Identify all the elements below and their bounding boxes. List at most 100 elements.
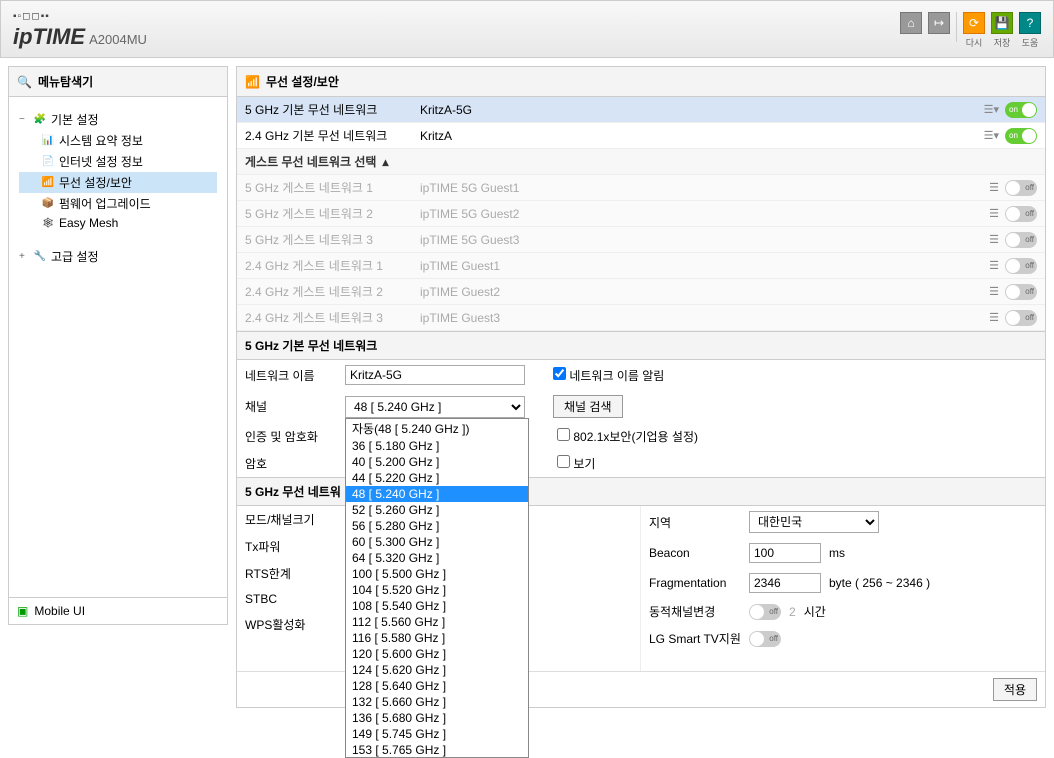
channel-label: 채널 bbox=[245, 398, 337, 415]
reload-button[interactable]: ⟳ bbox=[963, 12, 985, 34]
filter-icon[interactable]: ☰ bbox=[989, 311, 999, 324]
tree-basic[interactable]: − 🧩 기본 설정 bbox=[19, 109, 217, 130]
channel-option[interactable]: 116 [ 5.580 GHz ] bbox=[346, 630, 528, 646]
separator bbox=[956, 12, 957, 42]
filter-icon[interactable]: ☰▾ bbox=[984, 129, 999, 142]
guest-toggle[interactable]: off bbox=[1005, 284, 1037, 300]
channel-option[interactable]: 44 [ 5.220 GHz ] bbox=[346, 470, 528, 486]
guest-toggle[interactable]: off bbox=[1005, 206, 1037, 222]
channel-option[interactable]: 149 [ 5.745 GHz ] bbox=[346, 726, 528, 742]
save-button[interactable]: 💾 bbox=[991, 12, 1013, 34]
guest-header-row[interactable]: 게스트 무선 네트워크 선택 ▴ bbox=[237, 149, 1045, 175]
guest-row-label: 2.4 GHz 게스트 네트워크 1 bbox=[245, 257, 420, 274]
row-frag: Fragmentation byte ( 256 ~ 2346 ) bbox=[641, 568, 1045, 598]
apply-button[interactable]: 적용 bbox=[993, 678, 1037, 701]
filter-icon[interactable]: ☰ bbox=[989, 207, 999, 220]
header-buttons: ⌂ ↦ ⟳ 다시 💾 저장 ? 도움 bbox=[900, 12, 1041, 49]
guest-row-label: 2.4 GHz 게스트 네트워크 3 bbox=[245, 309, 420, 326]
chevron-up-icon: ▴ bbox=[382, 155, 388, 169]
channel-option[interactable]: 112 [ 5.560 GHz ] bbox=[346, 614, 528, 630]
show-pw-checkbox[interactable] bbox=[557, 455, 570, 468]
network-row[interactable]: 2.4 GHz 기본 무선 네트워크 KritzA ☰▾ on bbox=[237, 123, 1045, 149]
channel-option[interactable]: 40 [ 5.200 GHz ] bbox=[346, 454, 528, 470]
tree-item-firmware[interactable]: 📦 펌웨어 업그레이드 bbox=[19, 193, 217, 214]
enterprise-security-checkbox[interactable] bbox=[557, 428, 570, 441]
channel-option[interactable]: 104 [ 5.520 GHz ] bbox=[346, 582, 528, 598]
tree-item-mesh[interactable]: 🕸 Easy Mesh bbox=[19, 214, 217, 232]
guest-toggle[interactable]: off bbox=[1005, 232, 1037, 248]
channel-dropdown[interactable]: 자동(48 [ 5.240 GHz ])36 [ 5.180 GHz ]40 [… bbox=[345, 418, 529, 758]
net-row-name: KritzA-5G bbox=[420, 103, 984, 117]
filter-icon[interactable]: ☰ bbox=[989, 181, 999, 194]
filter-icon[interactable]: ☰ bbox=[989, 285, 999, 298]
channel-option[interactable]: 136 [ 5.680 GHz ] bbox=[346, 710, 528, 726]
channel-select[interactable]: 48 [ 5.240 GHz ] bbox=[345, 396, 525, 418]
channel-option[interactable]: 153 [ 5.765 GHz ] bbox=[346, 742, 528, 758]
channel-search-button[interactable]: 채널 검색 bbox=[553, 395, 623, 418]
channel-option[interactable]: 100 [ 5.500 GHz ] bbox=[346, 566, 528, 582]
guest-network-row[interactable]: 2.4 GHz 게스트 네트워크 2 ipTIME Guest2 ☰ off bbox=[237, 279, 1045, 305]
dcs-toggle[interactable]: off bbox=[749, 604, 781, 620]
guest-network-row[interactable]: 5 GHz 게스트 네트워크 3 ipTIME 5G Guest3 ☰ off bbox=[237, 227, 1045, 253]
channel-option[interactable]: 56 [ 5.280 GHz ] bbox=[346, 518, 528, 534]
net-name-input[interactable] bbox=[345, 365, 525, 385]
mobile-ui-link[interactable]: ▣ Mobile UI bbox=[9, 597, 227, 624]
channel-option[interactable]: 120 [ 5.600 GHz ] bbox=[346, 646, 528, 662]
show-pw-wrap[interactable]: 보기 bbox=[557, 455, 595, 472]
tree-item-wireless[interactable]: 📶 무선 설정/보안 bbox=[19, 172, 217, 193]
net-toggle[interactable]: on bbox=[1005, 102, 1037, 118]
net-row-name: KritzA bbox=[420, 129, 984, 143]
tree-advanced-label: 고급 설정 bbox=[51, 248, 99, 265]
beacon-input[interactable] bbox=[749, 543, 821, 563]
guest-network-row[interactable]: 2.4 GHz 게스트 네트워크 3 ipTIME Guest3 ☰ off bbox=[237, 305, 1045, 331]
home-button[interactable]: ⌂ bbox=[900, 12, 922, 34]
sidebar-title: 메뉴탐색기 bbox=[38, 73, 93, 90]
guest-toggle[interactable]: off bbox=[1005, 258, 1037, 274]
filter-icon[interactable]: ☰ bbox=[989, 233, 999, 246]
logo-area: ▪︎▫︎◻︎◻︎▪︎▪︎ ipTIME A2004MU bbox=[13, 11, 147, 50]
mobile-icon: ▣ bbox=[17, 604, 28, 618]
sidebar: 🔍 메뉴탐색기 − 🧩 기본 설정 📊 시스템 요약 정보 📄 인터넷 설정 정… bbox=[8, 66, 228, 625]
broadcast-checkbox[interactable] bbox=[553, 367, 566, 380]
channel-option[interactable]: 60 [ 5.300 GHz ] bbox=[346, 534, 528, 550]
broadcast-checkbox-wrap[interactable]: 네트워크 이름 알림 bbox=[553, 367, 664, 384]
region-select[interactable]: 대한민국 bbox=[749, 511, 879, 533]
guest-row-label: 5 GHz 게스트 네트워크 3 bbox=[245, 231, 420, 248]
mesh-icon: 🕸 bbox=[41, 216, 55, 230]
channel-option[interactable]: 36 [ 5.180 GHz ] bbox=[346, 438, 528, 454]
channel-option[interactable]: 132 [ 5.660 GHz ] bbox=[346, 694, 528, 710]
tree-advanced[interactable]: + 🔧 고급 설정 bbox=[19, 246, 217, 267]
channel-option[interactable]: 자동(48 [ 5.240 GHz ]) bbox=[346, 419, 528, 438]
tree-item-internet[interactable]: 📄 인터넷 설정 정보 bbox=[19, 151, 217, 172]
channel-option[interactable]: 64 [ 5.320 GHz ] bbox=[346, 550, 528, 566]
guest-network-row[interactable]: 5 GHz 게스트 네트워크 2 ipTIME 5G Guest2 ☰ off bbox=[237, 201, 1045, 227]
guest-row-label: 5 GHz 게스트 네트워크 1 bbox=[245, 179, 420, 196]
collapse-icon: − bbox=[19, 114, 29, 125]
net-name-label: 네트워크 이름 bbox=[245, 367, 337, 384]
guest-network-row[interactable]: 2.4 GHz 게스트 네트워크 1 ipTIME Guest1 ☰ off bbox=[237, 253, 1045, 279]
channel-option[interactable]: 48 [ 5.240 GHz ] bbox=[346, 486, 528, 502]
guest-row-name: ipTIME 5G Guest3 bbox=[420, 233, 989, 247]
guest-network-row[interactable]: 5 GHz 게스트 네트워크 1 ipTIME 5G Guest1 ☰ off bbox=[237, 175, 1045, 201]
frag-input[interactable] bbox=[749, 573, 821, 593]
content-title: 무선 설정/보안 bbox=[266, 73, 339, 90]
channel-option[interactable]: 124 [ 5.620 GHz ] bbox=[346, 662, 528, 678]
enterprise-security-wrap[interactable]: 802.1x보안(기업용 설정) bbox=[557, 428, 698, 445]
guest-toggle[interactable]: off bbox=[1005, 180, 1037, 196]
channel-option[interactable]: 52 [ 5.260 GHz ] bbox=[346, 502, 528, 518]
net-toggle[interactable]: on bbox=[1005, 128, 1037, 144]
gear-icon: 🔧 bbox=[33, 250, 47, 264]
exit-button[interactable]: ↦ bbox=[928, 12, 950, 34]
tree-item-summary[interactable]: 📊 시스템 요약 정보 bbox=[19, 130, 217, 151]
search-icon: 🔍 bbox=[17, 75, 32, 89]
channel-option[interactable]: 108 [ 5.540 GHz ] bbox=[346, 598, 528, 614]
network-row[interactable]: 5 GHz 기본 무선 네트워크 KritzA-5G ☰▾ on bbox=[237, 97, 1045, 123]
guest-toggle[interactable]: off bbox=[1005, 310, 1037, 326]
channel-option[interactable]: 128 [ 5.640 GHz ] bbox=[346, 678, 528, 694]
filter-icon[interactable]: ☰▾ bbox=[984, 103, 999, 116]
pw-label: 암호 bbox=[245, 455, 337, 472]
filter-icon[interactable]: ☰ bbox=[989, 259, 999, 272]
expand-icon: + bbox=[19, 251, 29, 262]
help-button[interactable]: ? bbox=[1019, 12, 1041, 34]
lgtv-toggle[interactable]: off bbox=[749, 631, 781, 647]
